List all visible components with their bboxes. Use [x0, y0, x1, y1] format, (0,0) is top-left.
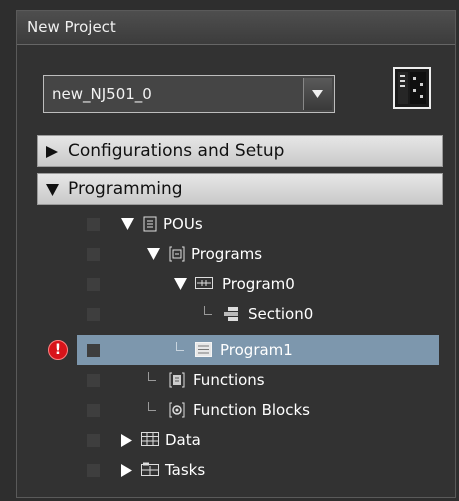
tree-item-label: Data [165, 431, 201, 449]
section-label: Programming [68, 179, 183, 199]
ladder-program-icon [195, 277, 213, 289]
tree-item-label: Functions [193, 371, 265, 389]
tree-connector [204, 306, 212, 315]
tree-item-pous[interactable]: POUs [17, 209, 457, 239]
tree-item-label: Programs [191, 245, 263, 263]
tree-item-tasks[interactable]: Tasks [17, 455, 457, 485]
chevron-down-icon[interactable] [303, 78, 332, 110]
status-square [87, 308, 100, 321]
section-icon [224, 307, 238, 321]
tree-item-section0[interactable]: Section0 [17, 299, 457, 329]
tree-item-label: Section0 [248, 305, 314, 323]
tree-connector [148, 402, 156, 411]
status-square [87, 434, 100, 447]
status-square [87, 248, 100, 261]
triangle-down-icon[interactable] [174, 278, 187, 290]
st-program-icon [195, 342, 212, 357]
tree-item-data[interactable]: Data [17, 425, 457, 455]
tree-item-label: Program0 [222, 275, 295, 293]
triangle-down-icon[interactable] [121, 218, 134, 230]
data-table-icon [141, 432, 159, 446]
status-square [87, 374, 100, 387]
panel-title: New Project [17, 11, 455, 45]
error-icon: ! [48, 340, 68, 360]
tree-item-label: Program1 [220, 341, 293, 359]
triangle-right-icon[interactable] [121, 464, 132, 477]
controller-device-icon [393, 67, 431, 109]
triangle-right-icon[interactable] [121, 434, 132, 447]
triangle-right-icon [46, 146, 58, 158]
triangle-down-icon[interactable] [147, 248, 160, 260]
status-square [87, 344, 100, 357]
triangle-down-icon [46, 184, 59, 196]
tasks-icon [141, 462, 159, 476]
controller-select[interactable]: new_NJ501_0 [43, 75, 335, 113]
tree-item-programs[interactable]: Programs [17, 239, 457, 269]
tree-item-label: POUs [163, 215, 203, 233]
tree-item-functions[interactable]: Functions [17, 365, 457, 395]
section-programming[interactable]: Programming [37, 173, 443, 205]
tree-item-program1[interactable]: ! Program1 [17, 335, 457, 365]
pou-icon [143, 216, 157, 232]
status-square [87, 464, 100, 477]
tree-item-program0[interactable]: Program0 [17, 269, 457, 299]
tree-item-function-blocks[interactable]: Function Blocks [17, 395, 457, 425]
error-icon-symbol: ! [54, 342, 62, 358]
programs-folder-icon [169, 246, 185, 262]
status-square [87, 404, 100, 417]
multiview-explorer-panel: New Project new_NJ501_0 Configurations a… [16, 10, 456, 498]
tree-connector [176, 342, 184, 351]
section-configurations-and-setup[interactable]: Configurations and Setup [37, 135, 443, 167]
tree-connector [148, 372, 156, 381]
status-square [87, 218, 100, 231]
section-label: Configurations and Setup [68, 141, 285, 161]
tree-item-label: Function Blocks [193, 401, 310, 419]
status-square [87, 278, 100, 291]
tree-item-label: Tasks [165, 461, 206, 479]
controller-select-value: new_NJ501_0 [52, 85, 152, 103]
functions-icon [169, 372, 185, 388]
function-blocks-icon [169, 402, 185, 418]
